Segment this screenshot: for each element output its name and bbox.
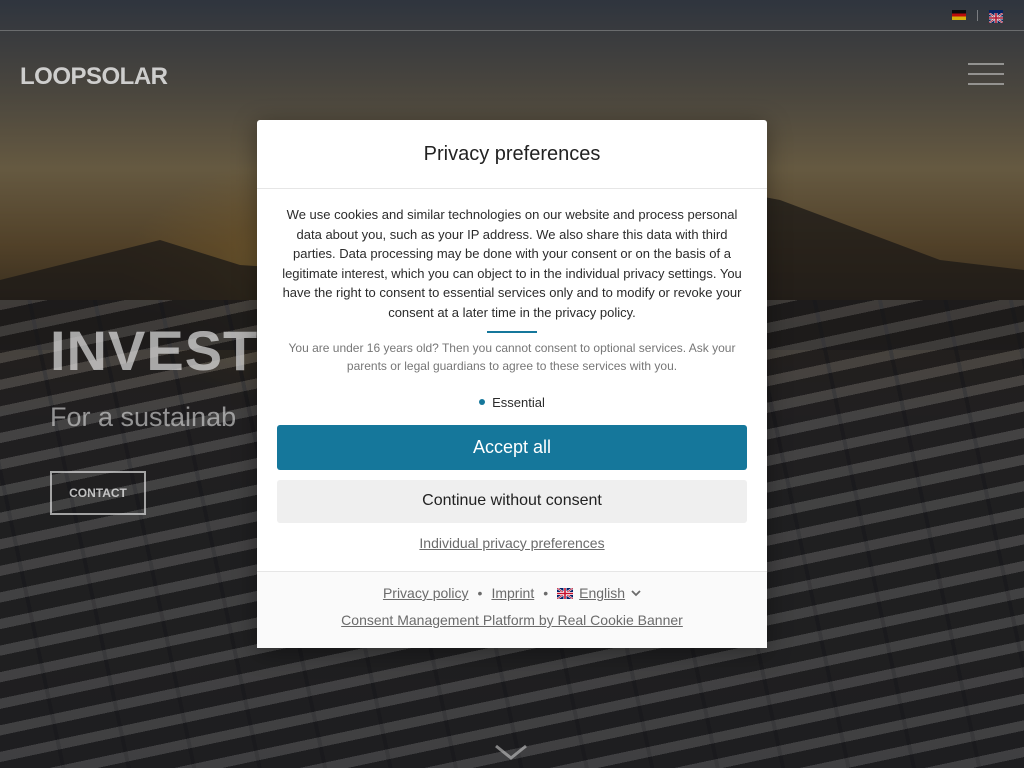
age-note: You are under 16 years old? Then you can… xyxy=(288,340,736,373)
individual-preferences-link[interactable]: Individual privacy preferences xyxy=(419,535,604,551)
dialog-body: We use cookies and similar technologies … xyxy=(257,189,767,553)
dialog-header: Privacy preferences xyxy=(257,120,767,189)
chevron-down-icon xyxy=(631,590,641,597)
divider xyxy=(487,330,537,333)
dialog-title: Privacy preferences xyxy=(423,142,601,165)
separator: • xyxy=(477,585,483,601)
consent-group-label: Essential xyxy=(492,394,545,410)
privacy-policy-link[interactable]: Privacy policy xyxy=(383,585,469,601)
bullet-icon xyxy=(479,399,486,406)
powered-by-link[interactable]: Consent Management Platform by Real Cook… xyxy=(341,612,683,628)
language-select[interactable]: English xyxy=(557,585,641,601)
accept-all-button[interactable]: Accept all xyxy=(277,424,747,470)
imprint-link[interactable]: Imprint xyxy=(491,585,534,601)
privacy-dialog: Privacy preferences We use cookies and s… xyxy=(257,120,767,648)
language-label[interactable]: English xyxy=(579,585,625,601)
consent-group-essential: Essential xyxy=(277,395,747,410)
dialog-footer: Privacy policy • Imprint • English Conse… xyxy=(257,571,767,648)
privacy-description: We use cookies and similar technologies … xyxy=(282,207,742,320)
continue-without-consent-button[interactable]: Continue without consent xyxy=(277,479,747,523)
separator: • xyxy=(543,585,549,601)
english-flag-icon xyxy=(557,587,574,599)
